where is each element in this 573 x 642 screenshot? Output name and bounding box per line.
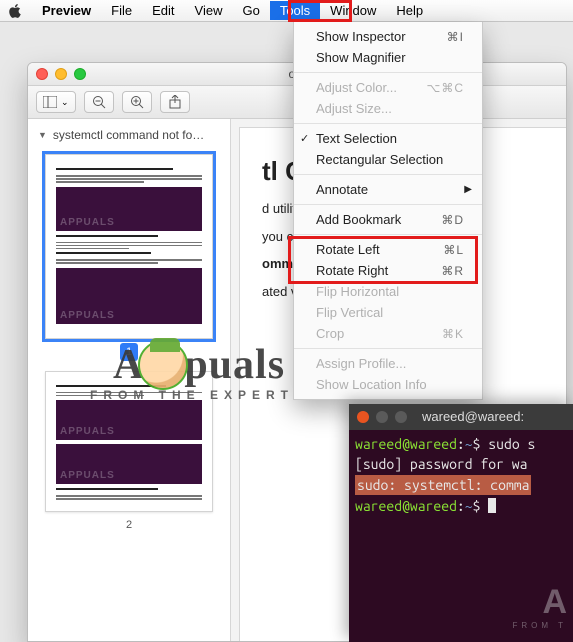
menubar-go[interactable]: Go <box>232 1 269 20</box>
terminal-watermark: A FROM T <box>512 589 567 636</box>
terminal-window: wareed@wareed: wareed@wareed:~$ sudo s [… <box>349 404 573 642</box>
tools-dropdown: Show Inspector⌘I Show Magnifier Adjust C… <box>293 22 483 400</box>
thumbnail-sidebar: ▼ systemctl command not fo… APPUALS APPU… <box>28 119 231 641</box>
share-icon <box>169 95 181 109</box>
menubar-edit[interactable]: Edit <box>142 1 184 20</box>
menu-show-magnifier[interactable]: Show Magnifier <box>294 47 482 68</box>
menubar: Preview File Edit View Go Tools Window H… <box>0 0 573 22</box>
sidebar-doc-header[interactable]: ▼ systemctl command not fo… <box>38 125 220 148</box>
menu-crop: Crop⌘K <box>294 323 482 344</box>
menu-separator <box>294 123 482 124</box>
terminal-output[interactable]: wareed@wareed:~$ sudo s [sudo] password … <box>349 430 573 520</box>
menu-text-selection[interactable]: ✓Text Selection <box>294 128 482 149</box>
menubar-app-name[interactable]: Preview <box>32 1 101 20</box>
menubar-window[interactable]: Window <box>320 1 386 20</box>
menubar-tools[interactable]: Tools <box>270 1 320 20</box>
disclosure-triangle-icon[interactable]: ▼ <box>38 130 47 140</box>
window-zoom-button[interactable] <box>74 68 86 80</box>
menu-adjust-size: Adjust Size... <box>294 98 482 119</box>
menu-separator <box>294 348 482 349</box>
page-number-badge-2: 2 <box>120 516 138 534</box>
chevron-down-icon: ⌄ <box>61 97 69 108</box>
menu-flip-horizontal: Flip Horizontal <box>294 281 482 302</box>
page-number-badge-1: 1 <box>120 343 138 361</box>
menu-separator <box>294 234 482 235</box>
submenu-arrow-icon: ▶ <box>464 184 472 195</box>
sidebar-icon <box>43 96 57 108</box>
terminal-close-button[interactable] <box>357 411 369 423</box>
menu-flip-vertical: Flip Vertical <box>294 302 482 323</box>
menu-assign-profile: Assign Profile... <box>294 353 482 374</box>
terminal-minimize-button[interactable] <box>376 411 388 423</box>
menu-separator <box>294 204 482 205</box>
menubar-help[interactable]: Help <box>386 1 433 20</box>
menu-annotate[interactable]: Annotate▶ <box>294 179 482 200</box>
menu-show-inspector[interactable]: Show Inspector⌘I <box>294 26 482 47</box>
share-button[interactable] <box>160 91 190 113</box>
menu-show-location-info: Show Location Info <box>294 374 482 395</box>
page-thumbnail-2[interactable]: APPUALS APPUALS <box>45 371 213 513</box>
menu-rotate-right[interactable]: Rotate Right⌘R <box>294 260 482 281</box>
menu-rectangular-selection[interactable]: Rectangular Selection <box>294 149 482 170</box>
check-icon: ✓ <box>300 132 309 145</box>
zoom-out-icon <box>92 95 106 109</box>
zoom-in-icon <box>130 95 144 109</box>
terminal-maximize-button[interactable] <box>395 411 407 423</box>
menu-separator <box>294 174 482 175</box>
window-close-button[interactable] <box>36 68 48 80</box>
menubar-file[interactable]: File <box>101 1 142 20</box>
menu-add-bookmark[interactable]: Add Bookmark⌘D <box>294 209 482 230</box>
terminal-titlebar[interactable]: wareed@wareed: <box>349 404 573 430</box>
page-thumbnail-1[interactable]: APPUALS APPUALS <box>45 154 213 339</box>
menu-separator <box>294 72 482 73</box>
zoom-out-button[interactable] <box>84 91 114 113</box>
menubar-view[interactable]: View <box>185 1 233 20</box>
apple-logo-icon <box>8 4 22 18</box>
window-minimize-button[interactable] <box>55 68 67 80</box>
terminal-cursor <box>488 498 496 513</box>
terminal-title: wareed@wareed: <box>422 407 524 427</box>
menu-rotate-left[interactable]: Rotate Left⌘L <box>294 239 482 260</box>
menu-adjust-color: Adjust Color...⌥⌘C <box>294 77 482 98</box>
sidebar-view-button[interactable]: ⌄ <box>36 91 76 113</box>
zoom-in-button[interactable] <box>122 91 152 113</box>
